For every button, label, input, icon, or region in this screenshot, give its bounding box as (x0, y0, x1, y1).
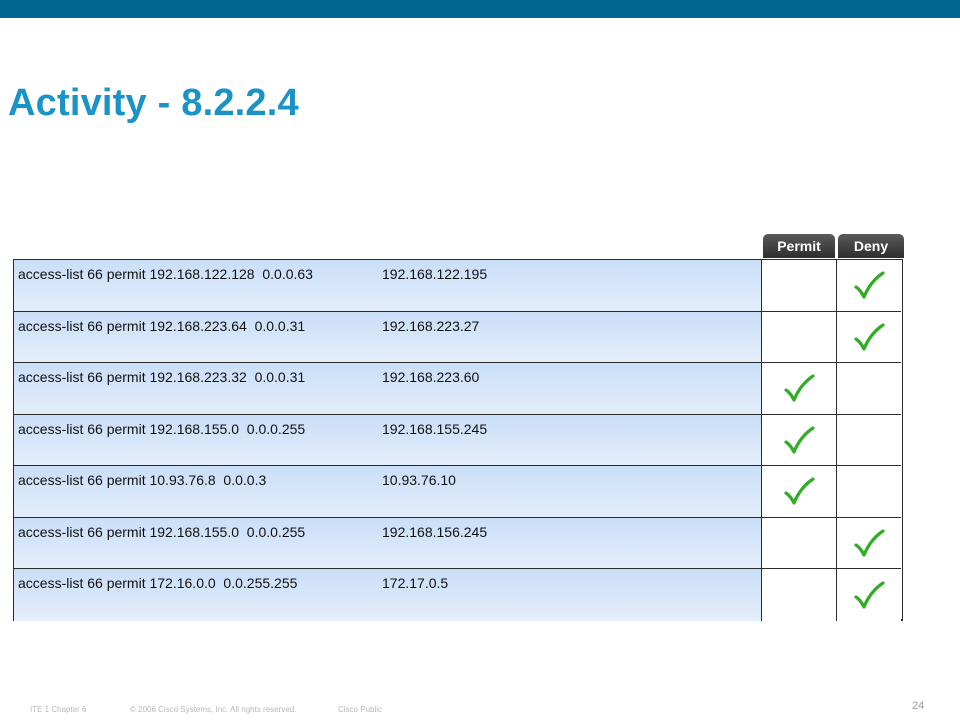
permit-cell (762, 466, 837, 517)
acl-statement-cell: access-list 66 permit 192.168.155.0 0.0.… (14, 517, 762, 568)
deny-cell (837, 311, 901, 362)
acl-statement: access-list 66 permit 192.168.155.0 0.0.… (18, 523, 306, 540)
permit-cell (762, 414, 837, 465)
permit-cell (762, 569, 837, 621)
slide-title: Activity - 8.2.2.4 (8, 82, 299, 124)
footer-chapter: ITE 1 Chapter 6 (30, 705, 87, 714)
permit-cell (762, 363, 837, 414)
deny-cell (837, 466, 901, 517)
test-address: 192.168.223.27 (382, 317, 480, 334)
top-banner (0, 0, 960, 18)
deny-cell (837, 569, 901, 621)
acl-statement-cell: access-list 66 permit 172.16.0.0 0.0.255… (14, 569, 762, 621)
acl-statement: access-list 66 permit 192.168.122.128 0.… (18, 266, 313, 282)
check-mark-icon (854, 529, 885, 557)
test-address: 192.168.122.195 (382, 266, 488, 282)
table-row: access-list 66 permit 192.168.223.64 0.0… (14, 311, 901, 363)
acl-statement: access-list 66 permit 192.168.155.0 0.0.… (18, 420, 306, 437)
table-row: access-list 66 permit 172.16.0.0 0.0.255… (14, 569, 901, 621)
acl-rows: access-list 66 permit 192.168.122.128 0.… (13, 259, 903, 621)
permit-cell (762, 311, 837, 362)
page-number: 24 (912, 700, 925, 712)
table-row: access-list 66 permit 192.168.155.0 0.0.… (14, 414, 901, 466)
permit-column-header: Permit (763, 234, 835, 258)
acl-statement-cell: access-list 66 permit 192.168.223.64 0.0… (14, 311, 762, 362)
deny-cell (837, 414, 901, 465)
deny-cell (837, 260, 901, 311)
test-address: 172.17.0.5 (382, 575, 449, 591)
check-mark-icon (854, 323, 885, 351)
table-row: access-list 66 permit 192.168.223.32 0.0… (14, 363, 901, 415)
footer-classification: Cisco Public (338, 705, 383, 714)
acl-statement-cell: access-list 66 permit 192.168.122.128 0.… (14, 260, 762, 311)
test-address: 192.168.155.245 (382, 420, 488, 437)
acl-statement-cell: access-list 66 permit 192.168.155.0 0.0.… (14, 414, 762, 465)
test-address: 192.168.156.245 (382, 523, 488, 540)
footer-copyright: © 2006 Cisco Systems, Inc. All rights re… (130, 705, 297, 714)
check-mark-icon (784, 426, 815, 454)
table-row: access-list 66 permit 10.93.76.8 0.0.0.3… (14, 466, 901, 518)
test-address: 192.168.223.60 (382, 369, 480, 385)
acl-statement-cell: access-list 66 permit 10.93.76.8 0.0.0.3… (14, 466, 762, 517)
table-row: access-list 66 permit 192.168.122.128 0.… (14, 260, 901, 312)
permit-cell (762, 517, 837, 568)
check-mark-icon (854, 271, 885, 299)
acl-statement: access-list 66 permit 192.168.223.64 0.0… (18, 317, 306, 334)
deny-cell (837, 363, 901, 414)
acl-activity-table: Permit Deny access-list 66 permit 192.16… (13, 234, 905, 624)
acl-statement: access-list 66 permit 10.93.76.8 0.0.0.3 (18, 472, 267, 488)
permit-cell (762, 260, 837, 311)
deny-cell (837, 517, 901, 568)
check-mark-icon (784, 477, 815, 505)
deny-column-header: Deny (838, 234, 904, 258)
check-mark-icon (784, 374, 815, 402)
table-row: access-list 66 permit 192.168.155.0 0.0.… (14, 517, 901, 569)
acl-statement-cell: access-list 66 permit 192.168.223.32 0.0… (14, 363, 762, 414)
check-mark-icon (854, 581, 885, 609)
test-address: 10.93.76.10 (382, 472, 456, 488)
acl-statement: access-list 66 permit 192.168.223.32 0.0… (18, 369, 306, 385)
acl-statement: access-list 66 permit 172.16.0.0 0.0.255… (18, 575, 298, 591)
